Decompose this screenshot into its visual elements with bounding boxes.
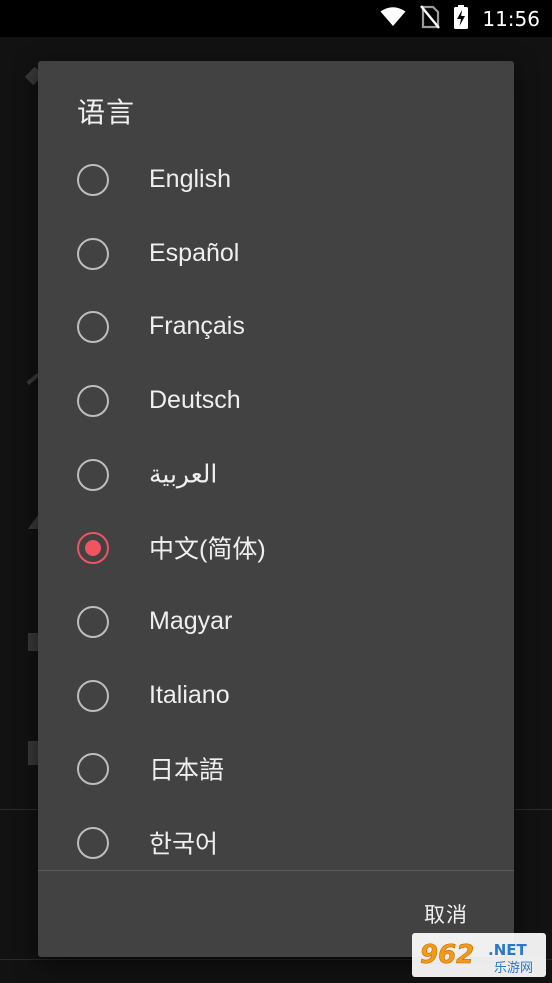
option-label: Deutsch (149, 385, 241, 414)
watermark-suffix: .NET (488, 941, 527, 959)
dialog-title: 语言 (77, 96, 136, 129)
language-option-italiano[interactable]: Italiano (38, 659, 514, 733)
radio-button[interactable] (77, 679, 109, 712)
radio-button[interactable] (77, 237, 109, 270)
language-option-english[interactable]: English (38, 143, 514, 217)
option-label: Magyar (149, 606, 233, 635)
no-sim-icon (420, 4, 441, 33)
radio-dot (85, 540, 101, 557)
language-option-deutsch[interactable]: Deutsch (38, 364, 514, 438)
language-dialog: 语言 English Español Français Deutsch العر… (38, 61, 514, 957)
radio-button[interactable] (77, 458, 109, 491)
option-label: Français (149, 312, 245, 341)
language-option-magyar[interactable]: Magyar (38, 585, 514, 659)
option-label: 日本語 (149, 756, 225, 785)
language-option-arabic[interactable]: العربية (38, 438, 514, 512)
watermark-number: 962 (420, 940, 474, 970)
language-option-espanol[interactable]: Español (38, 217, 514, 291)
language-options-list: English Español Français Deutsch العربية… (38, 143, 514, 880)
option-label: العربية (149, 459, 218, 488)
radio-button[interactable] (77, 311, 109, 344)
cancel-button[interactable]: 取消 (424, 899, 468, 929)
radio-button-selected[interactable] (77, 532, 109, 565)
option-label: 中文(简体) (149, 535, 266, 564)
radio-button[interactable] (77, 605, 109, 638)
radio-button[interactable] (77, 163, 109, 196)
language-option-korean[interactable]: 한국어 (38, 806, 514, 880)
status-icons: 11:56 (380, 0, 540, 37)
clock-time: 11:56 (482, 6, 540, 31)
watermark-logo: 962 .NET 乐游网 (412, 933, 546, 977)
dialog-divider (38, 870, 514, 871)
status-bar: 11:56 (0, 0, 552, 37)
option-label: English (149, 164, 231, 193)
option-label: 한국어 (149, 830, 219, 859)
background-glyph (28, 515, 38, 529)
radio-button[interactable] (77, 753, 109, 786)
option-label: Italiano (149, 680, 230, 709)
language-option-japanese[interactable]: 日本語 (38, 733, 514, 807)
wifi-icon (380, 6, 406, 31)
language-option-chinese-simplified[interactable]: 中文(简体) (38, 511, 514, 585)
watermark-subtitle: 乐游网 (494, 961, 533, 976)
battery-charging-icon (454, 4, 469, 33)
option-label: Español (149, 238, 240, 267)
radio-button[interactable] (77, 827, 109, 860)
language-option-francais[interactable]: Français (38, 290, 514, 364)
radio-button[interactable] (77, 384, 109, 417)
